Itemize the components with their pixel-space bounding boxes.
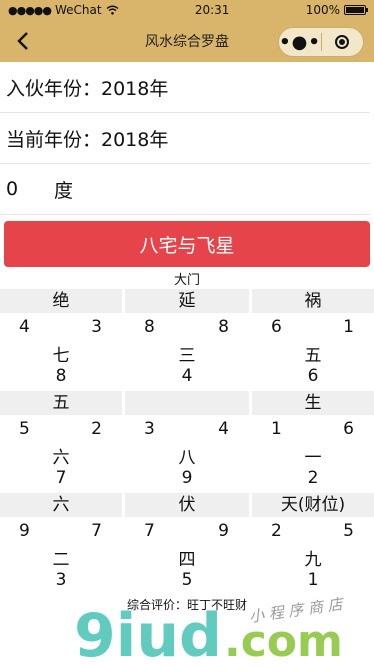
palace-head: 天(财位) [252, 493, 374, 517]
period-star: 八 [178, 448, 196, 468]
bazhai-feixing-button[interactable]: 八宅与飞星 [4, 221, 370, 267]
signal-icon: ●●●●● [8, 3, 52, 17]
palace-cell: 五 5 2 六7 [0, 391, 122, 493]
period-star: 九 [304, 550, 322, 570]
period-star: 三 [178, 346, 196, 366]
clock: 20:31 [194, 3, 230, 17]
palace-cell: 天(财位) 2 5 九 1 [252, 493, 374, 595]
water-star: 1 [343, 317, 354, 337]
svg-text:.com: .com [224, 616, 343, 664]
base-star: 3 [55, 570, 67, 590]
battery-status: 100% [305, 3, 368, 17]
move-in-year-text: 入伙年份：2018年 [6, 77, 169, 100]
palace-cell: 祸61五6 [252, 289, 374, 391]
base-star: 8 [55, 366, 67, 386]
button-label: 八宅与飞星 [139, 234, 235, 257]
battery-percent: 100% [305, 3, 340, 17]
palace-head: 五 [0, 391, 122, 415]
mountain-star: 7 [144, 521, 155, 541]
chevron-left-icon [17, 32, 28, 50]
status-left: ●●●●● WeChat [8, 3, 119, 17]
base-star: 7 [55, 468, 67, 488]
degree-field[interactable]: 0 度 [0, 164, 370, 215]
target-close-icon [335, 35, 350, 49]
base-star: 9 [181, 468, 193, 488]
mountain-star: 2 [271, 521, 282, 541]
period-star: 二 [52, 550, 70, 570]
palace-head: 六 [0, 493, 122, 517]
mountain-star: 5 [19, 419, 30, 439]
wifi-icon [106, 5, 119, 15]
base-star: 4 [181, 366, 193, 386]
water-star: 6 [343, 419, 354, 439]
palace-head: 生 [252, 391, 374, 415]
palace-cell: 绝 4 3 七8 [0, 289, 122, 391]
svg-text:9iud: 9iud [74, 601, 222, 664]
period-star: 七 [52, 346, 70, 366]
base-star: 6 [307, 366, 319, 386]
more-dots-icon: •●• [279, 31, 321, 53]
base-star: 2 [307, 468, 319, 488]
palace-cell: 伏 7 9 四5 [125, 493, 249, 595]
palace-head: 伏 [125, 493, 249, 517]
navigation-bar: 风水综合罗盘 •●• [0, 20, 374, 62]
mountain-star: 8 [144, 317, 155, 337]
palace-head [125, 391, 249, 415]
period-star: 一 [304, 448, 322, 468]
base-star: 1 [307, 570, 319, 590]
water-star: 7 [91, 521, 102, 541]
base-star: 5 [181, 570, 193, 590]
carrier-name: WeChat [55, 3, 102, 17]
current-year-field[interactable]: 当前年份：2018年 [0, 113, 370, 164]
back-button[interactable] [8, 26, 38, 56]
water-star: 2 [91, 419, 102, 439]
water-star: 3 [91, 317, 102, 337]
palace-cell: 延 8 8 三4 [125, 289, 249, 391]
palace-head: 祸 [252, 289, 374, 313]
more-menu-button[interactable]: •●• [279, 28, 321, 56]
mountain-star: 9 [19, 521, 30, 541]
palace-head: 绝 [0, 289, 122, 313]
period-star: 六 [52, 448, 70, 468]
mini-program-capsule: •●• [278, 27, 364, 57]
water-star: 9 [218, 521, 229, 541]
move-in-year-field[interactable]: 入伙年份：2018年 [0, 62, 370, 113]
water-star: 5 [343, 521, 354, 541]
mountain-star: 1 [271, 419, 282, 439]
mountain-star: 4 [19, 317, 30, 337]
palace-cell: 六 9 7 二3 [0, 493, 122, 595]
palace-head: 延 [125, 289, 249, 313]
status-bar: ●●●●● WeChat 20:31 100% [0, 0, 374, 20]
palace-cell: 3 4 八9 [125, 391, 249, 493]
close-mini-program-button[interactable] [322, 28, 363, 56]
battery-icon [344, 5, 368, 15]
degree-value[interactable]: 0 [6, 178, 54, 200]
water-star: 4 [218, 419, 229, 439]
mountain-star: 3 [144, 419, 155, 439]
palace-cell: 生 1 6 一2 [252, 391, 374, 493]
water-star: 8 [218, 317, 229, 337]
current-year-text: 当前年份：2018年 [6, 128, 169, 151]
degree-unit: 度 [54, 179, 74, 202]
watermark-logo: 9iud .com 小 程 序 商 店 [74, 595, 346, 664]
page-title: 风水综合罗盘 [145, 34, 229, 50]
period-star: 四 [178, 550, 196, 570]
mountain-star: 6 [271, 317, 282, 337]
period-star: 五 [304, 346, 322, 366]
door-label: 大门 [173, 273, 200, 288]
flying-star-grid: 绝43七8延88三4祸61五6五52六734八9生16一2六97二3伏79四5天… [0, 289, 374, 595]
